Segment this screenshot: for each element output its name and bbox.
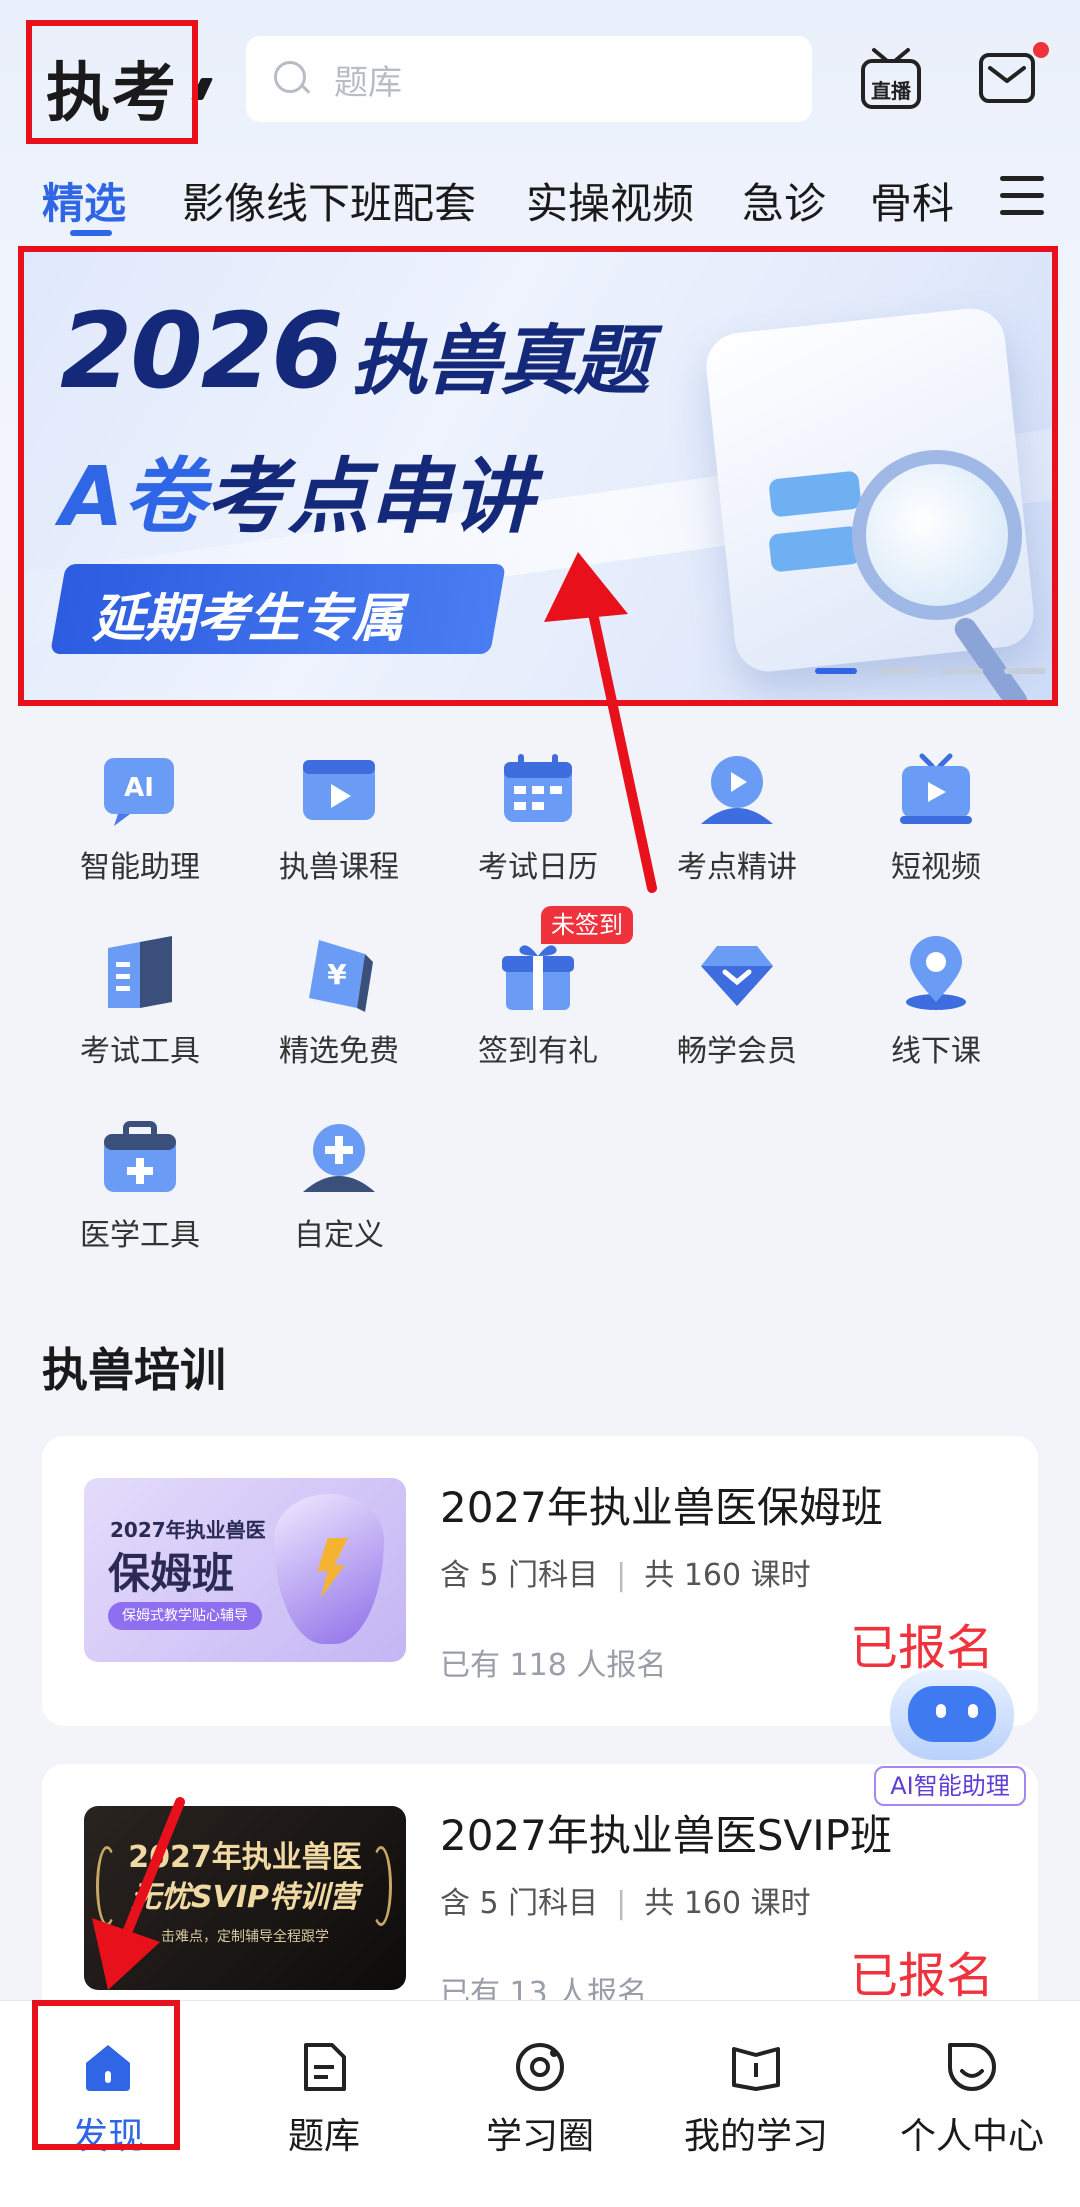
annotation-arrows <box>92 552 657 1990</box>
annotation-arrow-down <box>92 1797 185 1990</box>
annotation-arrow-up <box>544 552 657 893</box>
